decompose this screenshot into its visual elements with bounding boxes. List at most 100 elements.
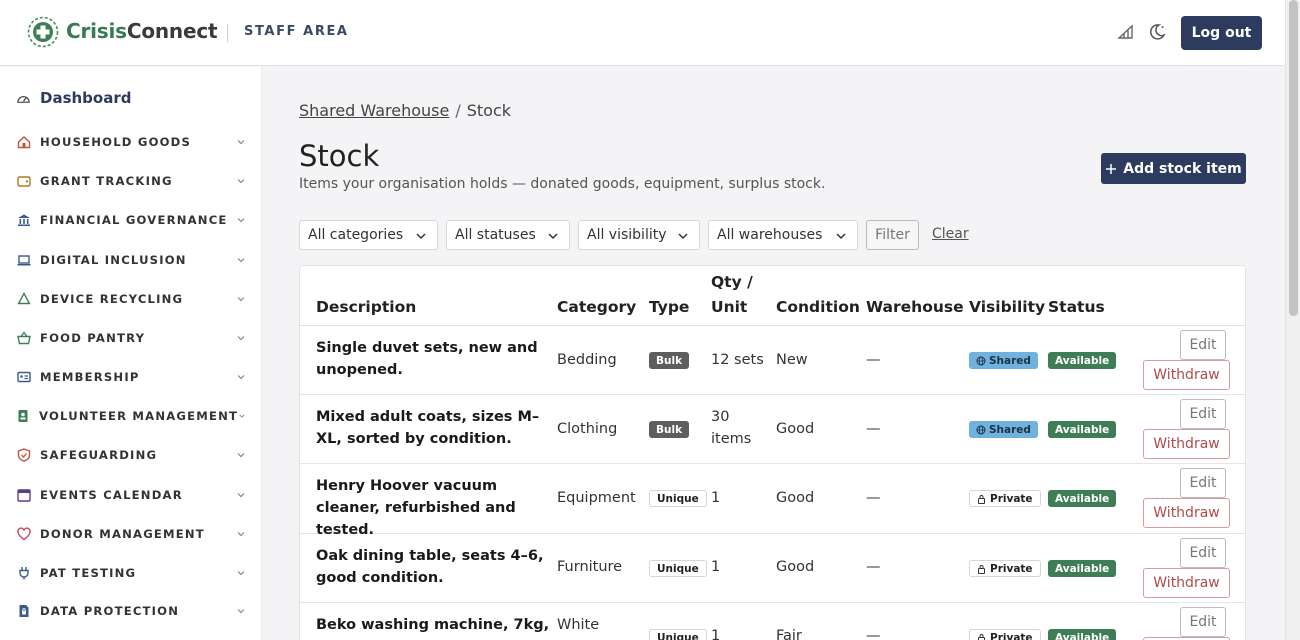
warehouse-select[interactable]: All warehouses [708, 220, 858, 250]
row-condition: New [776, 352, 808, 368]
row-category: White [557, 617, 600, 633]
table-row[interactable]: Single duvet sets, new and unopened. Bed… [300, 326, 1245, 395]
sidebar: Dashboard HOUSEHOLD GOODS GRANT TRACKING… [0, 67, 262, 640]
app-root: CrisisConnect STAFF AREA Log out Dashboa… [0, 0, 1300, 640]
column-header-description[interactable]: Description [316, 295, 416, 320]
visibility-badge: Private [969, 490, 1041, 507]
type-badge: Unique [649, 490, 707, 507]
sidebar-item-label: HOUSEHOLD GOODS [40, 135, 192, 149]
table-row[interactable]: Mixed adult coats, sizes M–XL, sorted by… [300, 395, 1245, 464]
sidebar-item-label: FOOD PANTRY [40, 331, 146, 345]
filter-button[interactable]: Filter [866, 220, 919, 250]
clear-filters-link[interactable]: Clear [932, 226, 969, 242]
status-select-value: All statuses [455, 227, 536, 243]
column-header-qty-unit[interactable]: Qty / Unit [711, 270, 753, 320]
chevron-down-icon [237, 453, 245, 458]
chevron-down-icon [237, 179, 245, 184]
gauge-icon [17, 95, 30, 103]
chevron-down-icon [836, 233, 846, 240]
sidebar-item-membership[interactable]: MEMBERSHIP [16, 366, 246, 388]
type-badge: Unique [649, 560, 707, 577]
add-stock-item-label: Add stock item [1123, 160, 1242, 177]
crisisconnect-logo-icon[interactable] [27, 16, 59, 48]
visibility-select[interactable]: All visibility [578, 220, 700, 250]
withdraw-button[interactable]: Withdraw [1143, 568, 1230, 598]
chevron-down-icon [237, 218, 245, 223]
column-header-status[interactable]: Status [1048, 295, 1105, 320]
edit-button[interactable]: Edit [1180, 607, 1226, 637]
table-row[interactable]: Henry Hoover vacuum cleaner, refurbished… [300, 464, 1245, 538]
staff-area-label: STAFF AREA [244, 24, 349, 39]
sidebar-item-data-protection[interactable]: DATA PROTECTION [16, 600, 246, 622]
column-header-category[interactable]: Category [557, 295, 636, 320]
theme-toggle-icon[interactable] [1147, 22, 1167, 42]
sidebar-item-household-goods[interactable]: HOUSEHOLD GOODS [16, 131, 246, 153]
recycle-icon [16, 292, 31, 307]
visibility-badge-label: Shared [989, 354, 1031, 367]
sidebar-dashboard-link[interactable]: Dashboard [16, 89, 131, 107]
chevron-down-icon [548, 233, 558, 240]
visibility-badge: Shared [969, 421, 1038, 438]
visibility-badge: Private [969, 560, 1041, 577]
heart-icon [16, 527, 31, 542]
scrollbar-thumb[interactable] [1289, 0, 1298, 316]
sidebar-item-digital-inclusion[interactable]: DIGITAL INCLUSION [16, 249, 246, 271]
row-qty: 30 items [711, 409, 752, 447]
globe-icon [976, 425, 986, 434]
breadcrumb-current: Stock [466, 101, 512, 120]
edit-button[interactable]: Edit [1180, 468, 1226, 498]
category-select[interactable]: All categories [299, 220, 438, 250]
status-badge: Available [1048, 560, 1117, 577]
sidebar-item-food-pantry[interactable]: FOOD PANTRY [16, 327, 246, 349]
page-scrollbar[interactable] [1285, 0, 1300, 640]
chevron-down-icon [237, 140, 245, 145]
sidebar-item-financial-governance[interactable]: FINANCIAL GOVERNANCE [16, 209, 246, 231]
row-qty: 1 [711, 490, 721, 506]
brand-name-part1: Crisis [66, 19, 127, 43]
brand-name[interactable]: CrisisConnect [66, 19, 218, 43]
visibility-badge-label: Private [990, 631, 1033, 640]
breadcrumb-shared-warehouse-link[interactable]: Shared Warehouse [299, 101, 449, 120]
globe-icon [976, 356, 986, 365]
chevron-down-icon [237, 493, 245, 498]
row-condition: Good [776, 490, 815, 506]
status-select[interactable]: All statuses [446, 220, 570, 250]
table-row[interactable]: Oak dining table, seats 4–6, good condit… [300, 534, 1245, 603]
sidebar-item-label: DIGITAL INCLUSION [40, 253, 187, 267]
withdraw-button[interactable]: Withdraw [1143, 429, 1230, 459]
edit-button[interactable]: Edit [1180, 538, 1226, 568]
sidebar-item-volunteer-management[interactable]: VOLUNTEER MANAGEMENT [16, 405, 246, 427]
visibility-badge-label: Shared [989, 423, 1031, 436]
sidebar-item-donor-management[interactable]: DONOR MANAGEMENT [16, 523, 246, 545]
row-condition: Good [776, 559, 815, 575]
sidebar-item-device-recycling[interactable]: DEVICE RECYCLING [16, 288, 246, 310]
column-header-type[interactable]: Type [649, 295, 689, 320]
table-row[interactable]: Beko washing machine, 7kg, White Unique … [300, 603, 1245, 640]
shield-icon [16, 448, 31, 463]
edit-button[interactable]: Edit [1180, 399, 1226, 429]
chevron-down-icon [237, 609, 245, 614]
sidebar-item-label: EVENTS CALENDAR [40, 488, 183, 502]
sidebar-item-grant-tracking[interactable]: GRANT TRACKING [16, 170, 246, 192]
sidebar-item-label: SAFEGUARDING [40, 448, 158, 462]
sidebar-item-events-calendar[interactable]: EVENTS CALENDAR [16, 484, 246, 506]
add-stock-item-button[interactable]: Add stock item [1101, 153, 1246, 184]
edit-button[interactable]: Edit [1180, 330, 1226, 360]
withdraw-button[interactable]: Withdraw [1143, 360, 1230, 390]
signal-icon[interactable] [1116, 22, 1136, 42]
type-badge: Unique [649, 629, 707, 640]
row-description: Single duvet sets, new and unopened. [316, 340, 538, 378]
breadcrumb-separator: / [455, 101, 461, 120]
chevron-down-icon [237, 297, 245, 302]
withdraw-button[interactable]: Withdraw [1143, 498, 1230, 528]
column-header-warehouse[interactable]: Warehouse [866, 295, 964, 320]
chevron-down-icon [237, 532, 245, 537]
lock-icon [978, 494, 985, 504]
logout-button[interactable]: Log out [1181, 16, 1262, 50]
row-warehouse: — [866, 490, 881, 506]
warehouse-select-value: All warehouses [717, 227, 823, 243]
sidebar-item-safeguarding[interactable]: SAFEGUARDING [16, 444, 246, 466]
sidebar-item-pat-testing[interactable]: PAT TESTING [16, 562, 246, 584]
column-header-visibility[interactable]: Visibility [969, 295, 1045, 320]
column-header-condition[interactable]: Condition [776, 295, 860, 320]
